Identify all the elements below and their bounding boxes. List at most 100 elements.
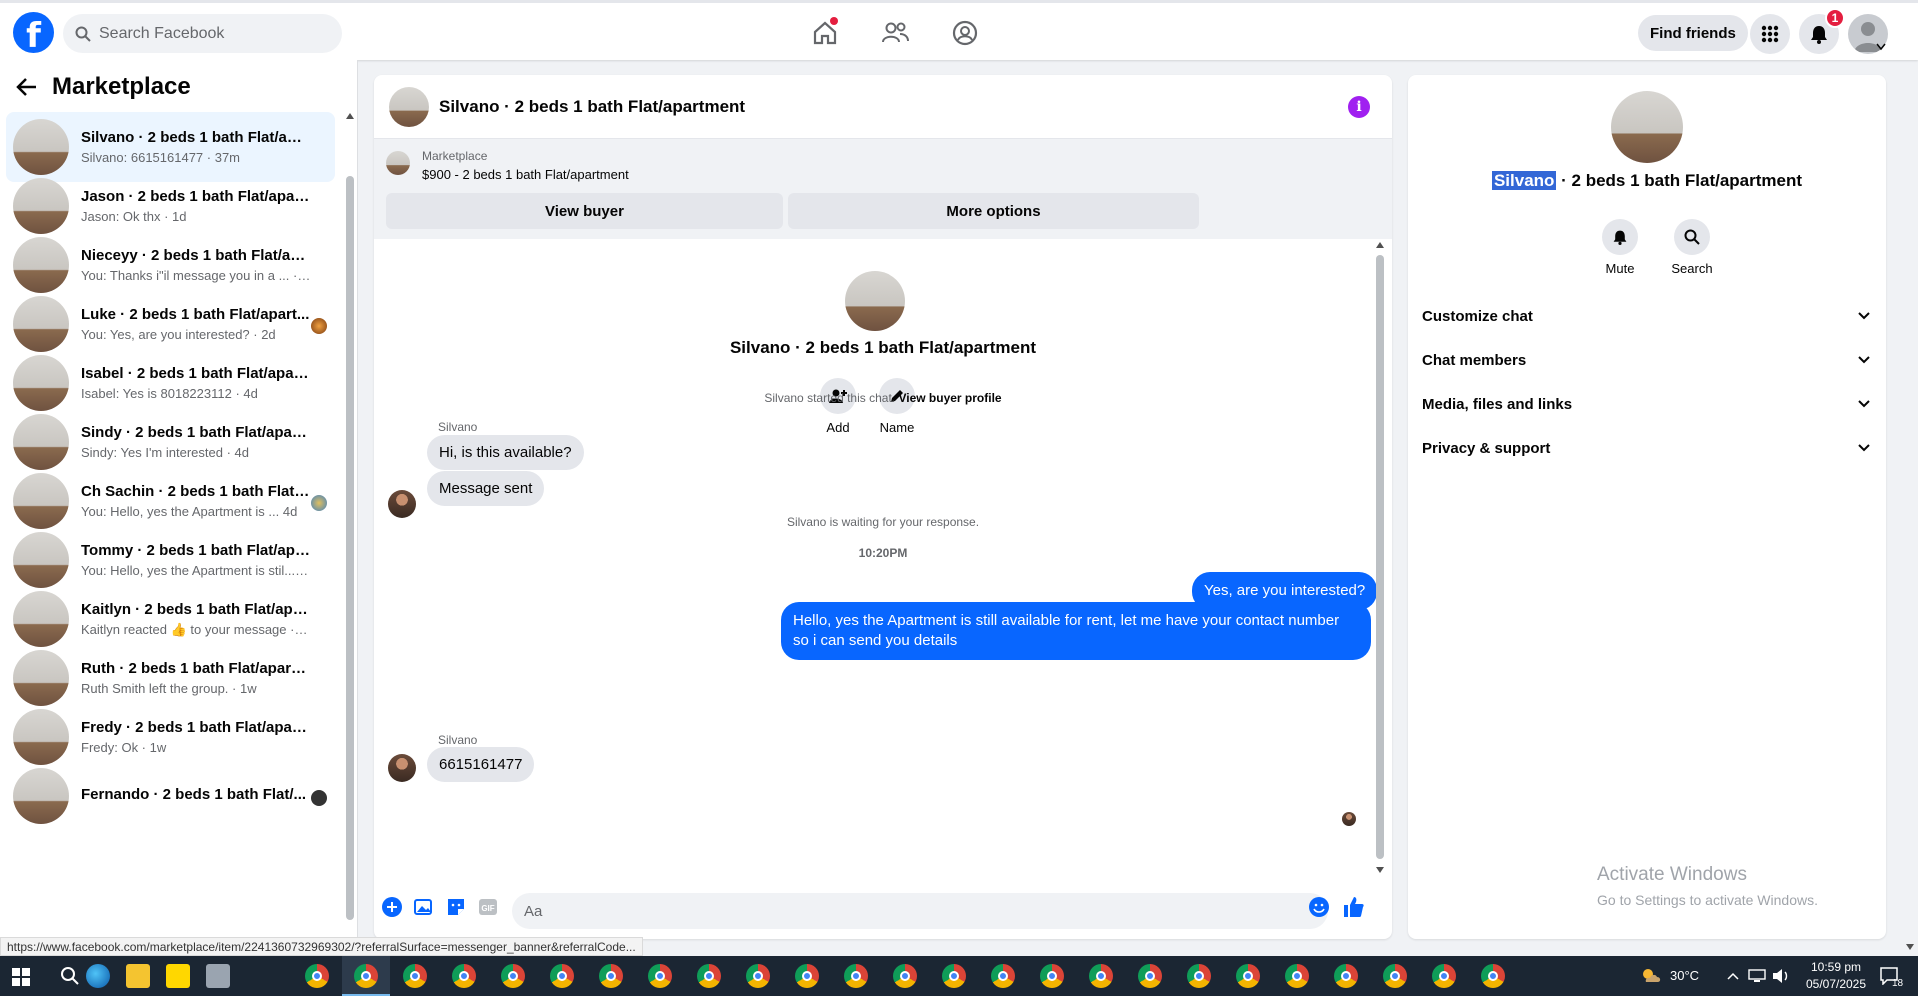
home-notification-dot — [830, 17, 838, 25]
chevron-down-icon[interactable] — [1876, 43, 1886, 51]
taskbar-search-icon[interactable] — [60, 966, 80, 986]
view-buyer-button[interactable]: View buyer — [386, 193, 783, 229]
banner-price[interactable]: $900 - 2 beds 1 bath Flat/apartment — [422, 167, 629, 182]
chrome-icon[interactable] — [599, 964, 623, 988]
conversation-name: Ruth · 2 beds 1 bath Flat/apartm... — [81, 660, 311, 677]
conversation-item[interactable]: Fernando · 2 beds 1 bath Flat/... — [6, 761, 335, 831]
chrome-icon[interactable] — [1236, 964, 1260, 988]
chrome-icon[interactable] — [1383, 964, 1407, 988]
volume-icon[interactable] — [1772, 968, 1790, 984]
chrome-icon[interactable] — [305, 964, 329, 988]
chat-scroll-up[interactable] — [1376, 242, 1384, 248]
info-title-rest: · 2 beds 1 bath Flat/apartment — [1556, 171, 1803, 190]
chrome-icon[interactable] — [1285, 964, 1309, 988]
info-thumbnail[interactable] — [1611, 91, 1683, 163]
app-icon[interactable] — [206, 964, 230, 988]
incoming-message[interactable]: 6615161477 — [427, 747, 535, 782]
more-options-button[interactable]: More options — [788, 193, 1199, 229]
scroll-up-arrow[interactable] — [346, 113, 354, 119]
conversation-preview: Isabel: Yes is 8018223112 · 4d — [81, 386, 258, 401]
chrome-icon[interactable] — [942, 964, 966, 988]
back-arrow-icon[interactable] — [16, 77, 38, 97]
chrome-icon[interactable] — [893, 964, 917, 988]
file-explorer-icon[interactable] — [126, 964, 150, 988]
chrome-icon[interactable] — [550, 964, 574, 988]
message-input[interactable] — [512, 893, 1328, 929]
conversation-name: Nieceyy · 2 beds 1 bath Flat/apa... — [81, 247, 311, 264]
windows-start-icon[interactable] — [12, 968, 30, 986]
find-friends-button[interactable]: Find friends — [1638, 15, 1748, 51]
clock-date[interactable]: 05/07/2025 — [1802, 977, 1870, 991]
network-icon[interactable] — [1748, 969, 1766, 983]
sticky-notes-icon[interactable] — [166, 964, 190, 988]
emoji-button[interactable] — [1309, 897, 1329, 917]
thumbs-up-icon — [1344, 897, 1364, 917]
notifications-button[interactable]: 1 — [1799, 8, 1845, 54]
chrome-icon[interactable] — [354, 964, 378, 988]
chrome-icon[interactable] — [648, 964, 672, 988]
incoming-message[interactable]: Message sent — [427, 471, 545, 506]
mute-action[interactable]: Mute — [1590, 219, 1650, 276]
page-scroll-down[interactable] — [1906, 944, 1914, 950]
chrome-icon[interactable] — [1187, 964, 1211, 988]
search-box[interactable] — [63, 14, 342, 53]
temperature[interactable]: 30°C — [1670, 968, 1699, 983]
photo-button[interactable] — [414, 897, 434, 917]
sticker-button[interactable] — [446, 897, 466, 917]
chrome-icon[interactable] — [1432, 964, 1456, 988]
chrome-icon[interactable] — [844, 964, 868, 988]
listing-thumbnail[interactable] — [389, 86, 429, 127]
chrome-icon[interactable] — [1334, 964, 1358, 988]
chrome-icon[interactable] — [991, 964, 1015, 988]
search-input[interactable] — [99, 24, 319, 43]
conversation-name: Fernando · 2 beds 1 bath Flat/... — [81, 785, 307, 803]
chat-members-row[interactable]: Chat members — [1422, 342, 1870, 378]
sender-avatar[interactable] — [388, 490, 416, 518]
plus-button[interactable] — [382, 897, 402, 917]
view-buyer-profile-link[interactable]: View buyer profile — [898, 391, 1001, 405]
sidebar-scrollbar[interactable] — [346, 176, 354, 920]
customize-chat-row[interactable]: Customize chat — [1422, 298, 1870, 334]
weather-icon[interactable] — [1640, 966, 1662, 986]
privacy-support-row[interactable]: Privacy & support — [1422, 430, 1870, 466]
info-icon[interactable]: i — [1348, 96, 1370, 118]
chat-scrollbar[interactable] — [1376, 255, 1384, 859]
clock-time[interactable]: 10:59 pm — [1806, 960, 1866, 974]
chrome-icon[interactable] — [1481, 964, 1505, 988]
gif-button[interactable]: GIF — [478, 897, 498, 917]
activate-windows-title: Activate Windows — [1597, 864, 1747, 885]
chevron-up-icon[interactable] — [1727, 972, 1739, 980]
chrome-icon[interactable] — [746, 964, 770, 988]
nav-home[interactable] — [790, 13, 860, 53]
chat-scroll-down[interactable] — [1376, 867, 1384, 873]
menu-button[interactable] — [1750, 14, 1790, 54]
plus-circle-icon — [382, 897, 402, 917]
chrome-icon[interactable] — [501, 964, 525, 988]
chrome-icon[interactable] — [452, 964, 476, 988]
name-chat-action[interactable]: Name — [867, 378, 927, 435]
chevron-down-icon — [1858, 356, 1870, 364]
nav-friends[interactable] — [860, 13, 930, 53]
chrome-icon[interactable] — [697, 964, 721, 988]
chrome-icon[interactable] — [1138, 964, 1162, 988]
chrome-icon[interactable] — [1089, 964, 1113, 988]
chrome-icon[interactable] — [1040, 964, 1064, 988]
message-timestamp: 10:20PM — [858, 546, 908, 560]
conversation-thumbnail — [13, 650, 69, 706]
chat-title[interactable]: Silvano · 2 beds 1 bath Flat/apartment — [439, 97, 745, 117]
media-files-row[interactable]: Media, files and links — [1422, 386, 1870, 422]
search-action[interactable]: Search — [1662, 219, 1722, 276]
edge-icon[interactable] — [86, 964, 110, 988]
facebook-logo[interactable]: f — [13, 12, 54, 53]
chevron-down-icon — [1858, 312, 1870, 320]
incoming-message[interactable]: Hi, is this available? — [427, 435, 584, 470]
top-navigation: f Find friends 1 — [0, 0, 1918, 60]
conversation-preview: You: Hello, yes the Apartment is ... 4d — [81, 504, 298, 519]
chrome-icon[interactable] — [795, 964, 819, 988]
outgoing-message[interactable]: Hello, yes the Apartment is still availa… — [781, 602, 1371, 660]
chrome-icon[interactable] — [403, 964, 427, 988]
nav-groups[interactable] — [930, 13, 1000, 53]
add-people-action[interactable]: Add — [808, 378, 868, 435]
like-button[interactable] — [1342, 895, 1366, 919]
sender-avatar[interactable] — [388, 754, 416, 782]
